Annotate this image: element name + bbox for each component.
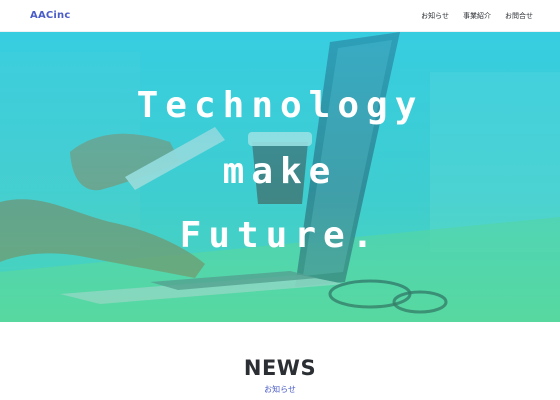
hero-headline-line-3: Future. bbox=[179, 215, 381, 256]
hero-headline-line-2: make bbox=[222, 151, 338, 192]
news-subheading: お知らせ bbox=[264, 385, 296, 394]
news-heading: NEWS bbox=[243, 356, 317, 380]
brand-logo-link[interactable]: AACinc bbox=[30, 10, 71, 22]
news-section: NEWS お知らせ bbox=[0, 322, 560, 400]
hero-section: Technology make Future. bbox=[0, 32, 560, 322]
coffee-cup-lid bbox=[248, 132, 312, 146]
nav-item-news[interactable]: お知らせ bbox=[421, 10, 449, 22]
nav-item-business[interactable]: 事業紹介 bbox=[463, 10, 491, 22]
main-nav: お知らせ 事業紹介 お問合せ bbox=[421, 10, 533, 22]
page: AACinc お知らせ 事業紹介 お問合せ Technology make Fu… bbox=[0, 0, 560, 400]
nav-item-contact[interactable]: お問合せ bbox=[505, 10, 533, 22]
hero-headline-line-1: Technology bbox=[136, 85, 424, 126]
site-header: AACinc お知らせ 事業紹介 お問合せ bbox=[0, 0, 560, 32]
